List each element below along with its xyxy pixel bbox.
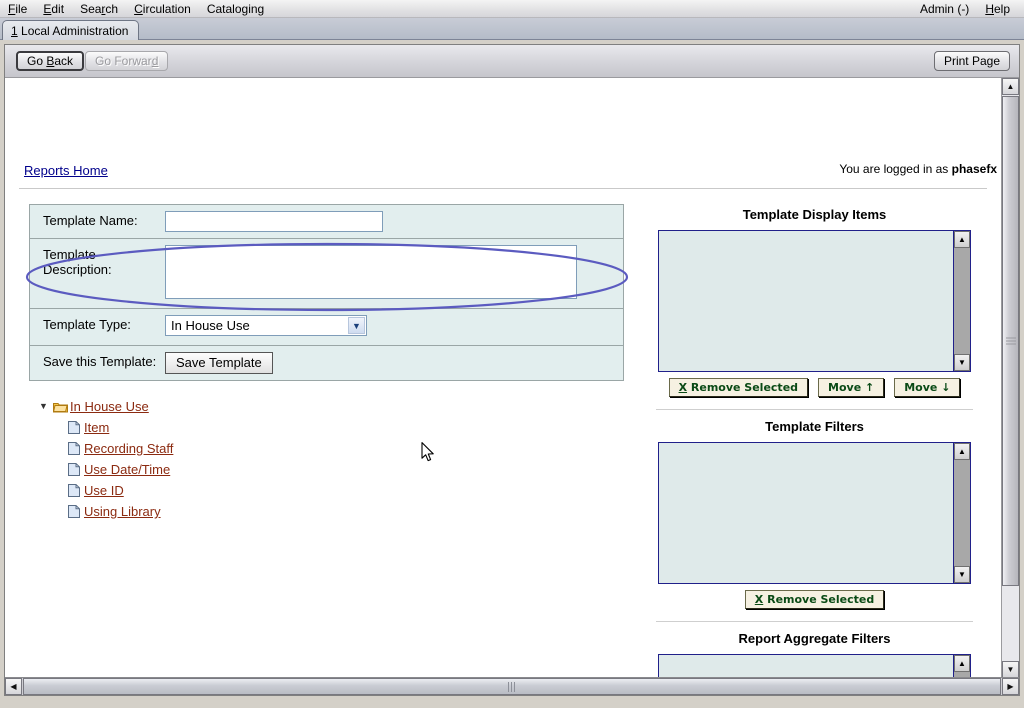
tree-node-root[interactable]: ▼ In House Use [37, 396, 337, 417]
template-type-select[interactable]: In House Use ▼ [165, 315, 367, 336]
login-status: You are logged in as phasefx [839, 162, 997, 176]
menu-item-search[interactable]: Search [72, 0, 126, 18]
browser-window: Go Back Go Forward Print Page Reports Ho… [4, 44, 1020, 696]
menu-item-cataloging[interactable]: Cataloging [199, 0, 272, 18]
template-description-label-line2: Description: [43, 262, 112, 277]
menu-item-circulation[interactable]: Circulation [126, 0, 199, 18]
form-row-template-name: Template Name: [30, 205, 623, 239]
scroll-grip-icon [1006, 338, 1016, 345]
print-page-button[interactable]: Print Page [934, 51, 1010, 71]
tree-node-item[interactable]: Item [37, 417, 337, 438]
scroll-down-icon[interactable]: ▼ [954, 354, 970, 371]
scroll-up-icon[interactable]: ▲ [954, 231, 970, 248]
menu-item-admin[interactable]: Admin (-) [912, 0, 977, 18]
tree-label-recording-staff[interactable]: Recording Staff [84, 441, 173, 456]
scroll-left-icon[interactable]: ◀ [5, 678, 22, 695]
tree-label-use-id[interactable]: Use ID [84, 483, 124, 498]
page-vertical-scrollbar[interactable]: ▲ ▼ [1001, 78, 1019, 678]
template-name-input[interactable] [165, 211, 383, 232]
listbox-scrollbar[interactable]: ▲ ▼ [953, 443, 970, 583]
panel-template-display-items: Template Display Items ▲ ▼ X Remove Sele… [642, 198, 987, 410]
template-description-label-line1: Template [43, 247, 96, 262]
template-filters-listbox[interactable]: ▲ ▼ [658, 442, 971, 584]
document-icon [64, 505, 84, 518]
tree-node-use-date-time[interactable]: Use Date/Time [37, 459, 337, 480]
mouse-cursor [421, 442, 435, 463]
source-field-tree: ▼ In House Use [37, 396, 337, 522]
panel-title-report-aggregate-filters: Report Aggregate Filters [642, 622, 987, 654]
tree-label-root[interactable]: In House Use [70, 399, 149, 414]
vertical-scroll-thumb[interactable] [1002, 96, 1019, 586]
panel-report-aggregate-filters: Report Aggregate Filters ▲ ▼ [642, 622, 987, 678]
login-prefix: You are logged in as [839, 162, 951, 176]
arrow-down-icon: ↓ [941, 381, 950, 394]
panel-title-template-filters: Template Filters [642, 410, 987, 442]
page-viewport: Reports Home You are logged in as phasef… [5, 78, 1019, 678]
form-row-save-template: Save this Template: Save Template [30, 346, 623, 380]
tab-label: Local Administration [18, 24, 129, 38]
header-divider [19, 188, 987, 189]
scroll-down-icon[interactable]: ▼ [954, 566, 970, 583]
tab-local-administration[interactable]: 1 Local Administration [2, 20, 139, 40]
panel-template-filters: Template Filters ▲ ▼ X Remove Selected [642, 410, 987, 622]
folder-icon [50, 401, 70, 413]
arrow-up-icon: ↑ [865, 381, 874, 394]
template-form: Template Name: Template Description: [29, 204, 624, 381]
template-type-selected-value: In House Use [171, 318, 250, 333]
tree-node-using-library[interactable]: Using Library [37, 501, 337, 522]
tree-label-item[interactable]: Item [84, 420, 109, 435]
scroll-right-icon[interactable]: ▶ [1002, 678, 1019, 695]
document-icon [64, 484, 84, 497]
scroll-down-icon[interactable]: ▼ [1002, 661, 1019, 678]
scroll-grip-icon [508, 682, 516, 692]
menu-item-edit[interactable]: Edit [35, 0, 72, 18]
document-icon [64, 421, 84, 434]
form-row-template-type: Template Type: In House Use ▼ [30, 309, 623, 346]
right-panels: Template Display Items ▲ ▼ X Remove Sele… [642, 198, 987, 678]
tree-label-use-date-time[interactable]: Use Date/Time [84, 462, 170, 477]
panel-title-template-display-items: Template Display Items [642, 198, 987, 230]
tree-label-using-library[interactable]: Using Library [84, 504, 161, 519]
template-name-label: Template Name: [30, 205, 165, 236]
tree-node-recording-staff[interactable]: Recording Staff [37, 438, 337, 459]
browser-toolbar: Go Back Go Forward Print Page [5, 45, 1019, 78]
go-forward-button: Go Forward [85, 51, 168, 71]
remove-selected-display-items-button[interactable]: X Remove Selected [669, 378, 808, 397]
document-icon [64, 463, 84, 476]
tab-strip: 1 Local Administration [0, 18, 1024, 40]
scroll-up-icon[interactable]: ▲ [1002, 78, 1019, 95]
document-icon [64, 442, 84, 455]
menu-bar: File Edit Search Circulation Cataloging … [0, 0, 1024, 18]
horizontal-scroll-thumb[interactable] [23, 678, 1001, 695]
menu-item-file[interactable]: File [0, 0, 35, 18]
scroll-up-icon[interactable]: ▲ [954, 655, 970, 672]
template-display-items-listbox[interactable]: ▲ ▼ [658, 230, 971, 372]
save-template-button[interactable]: Save Template [165, 352, 273, 374]
remove-selected-filters-button[interactable]: X Remove Selected [745, 590, 884, 609]
template-description-label: Template Description: [30, 239, 165, 285]
save-this-template-label: Save this Template: [30, 346, 165, 377]
move-up-button[interactable]: Move ↑ [818, 378, 884, 397]
login-username: phasefx [952, 162, 997, 176]
twisty-open-icon[interactable]: ▼ [37, 396, 50, 417]
go-back-button[interactable]: Go Back [16, 51, 84, 71]
page-horizontal-scrollbar[interactable]: ◀ ▶ [5, 677, 1019, 695]
form-row-template-description: Template Description: [30, 239, 623, 309]
listbox-scrollbar[interactable]: ▲ ▼ [953, 655, 970, 678]
template-description-input[interactable] [165, 245, 577, 299]
reports-home-link[interactable]: Reports Home [24, 163, 108, 178]
move-down-button[interactable]: Move ↓ [894, 378, 960, 397]
tree-node-use-id[interactable]: Use ID [37, 480, 337, 501]
tab-accel: 1 [11, 24, 18, 38]
template-type-label: Template Type: [30, 309, 165, 340]
page-content: Reports Home You are logged in as phasef… [5, 78, 1001, 678]
chevron-down-icon: ▼ [348, 317, 365, 334]
listbox-scrollbar[interactable]: ▲ ▼ [953, 231, 970, 371]
report-aggregate-filters-listbox[interactable]: ▲ ▼ [658, 654, 971, 678]
menu-item-help[interactable]: Help [977, 0, 1018, 18]
scroll-up-icon[interactable]: ▲ [954, 443, 970, 460]
